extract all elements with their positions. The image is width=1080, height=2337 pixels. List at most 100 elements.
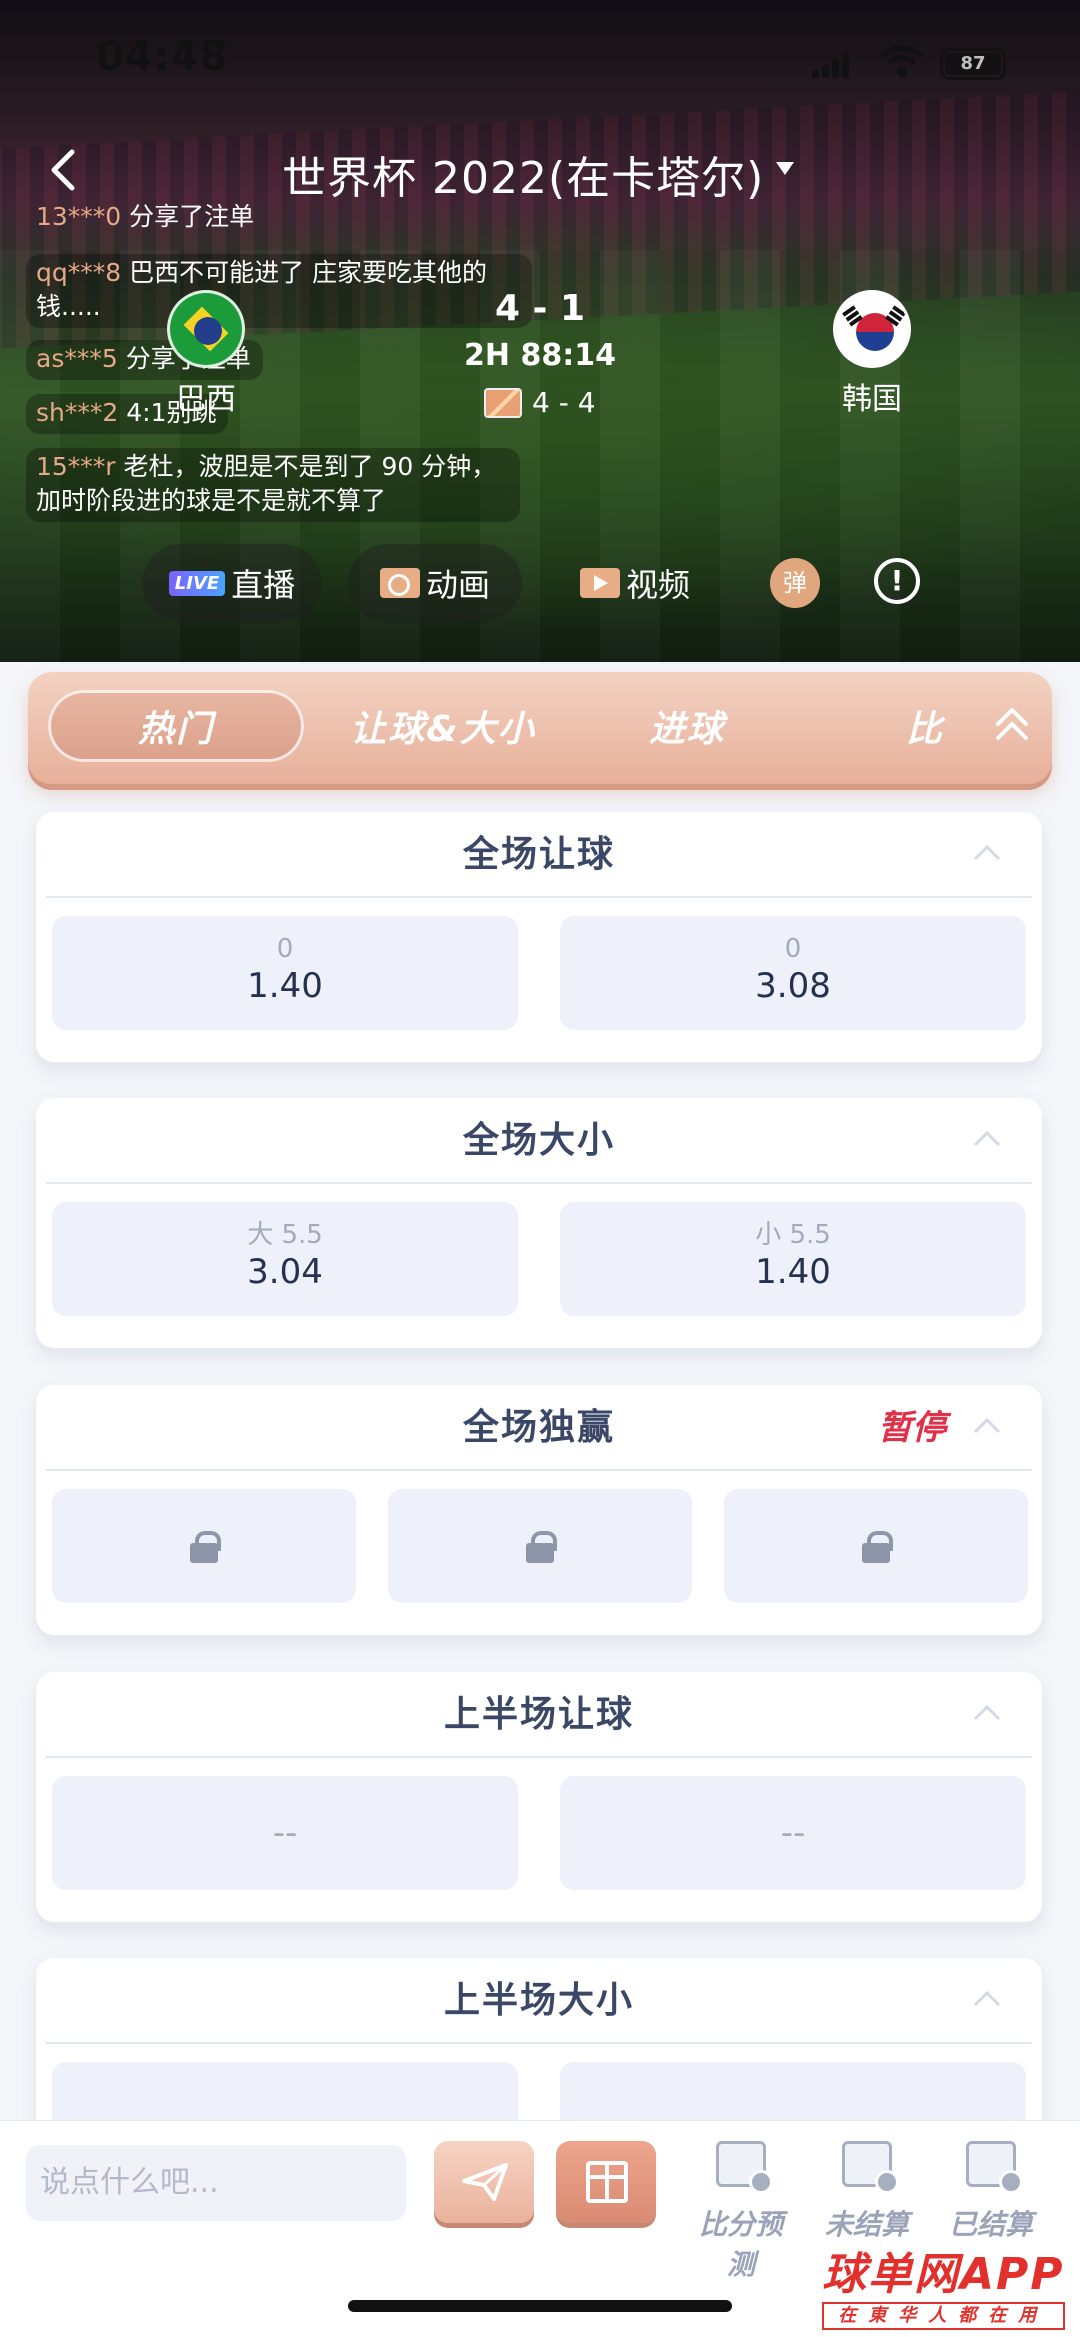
- market-card-full-total: 全场大小 大 5.5 3.04 小 5.5 1.40: [36, 1098, 1042, 1348]
- corner-count: 4 - 4: [484, 386, 596, 419]
- odds-line: 0: [276, 934, 294, 964]
- chat-user: qq***8: [36, 258, 122, 287]
- gift-icon: [586, 2161, 628, 2203]
- odds-button-locked: [388, 1489, 692, 1603]
- market-card-full-handicap: 全场让球 0 1.40 0 3.08: [36, 812, 1042, 1062]
- market-title: 上半场大小: [46, 1958, 1032, 2044]
- chat-text: 巴西不可能进了 庄家要吃其他的: [129, 258, 488, 287]
- market-title: 全场让球: [46, 812, 1032, 898]
- chat-text: 老杜，波胆是不是到了 90 分钟，: [123, 452, 497, 481]
- status-bar: 04:48 87: [0, 30, 1080, 90]
- market-title: 全场大小: [46, 1098, 1032, 1184]
- odds-button[interactable]: --: [560, 1776, 1026, 1890]
- info-icon[interactable]: !: [874, 558, 920, 604]
- collapse-chevron-icon[interactable]: [972, 1990, 1002, 2008]
- battery-icon: 87: [940, 48, 1006, 80]
- chat-user: 13***0: [36, 202, 122, 231]
- animation-label: 动画: [425, 566, 490, 604]
- double-chevron-up-icon[interactable]: [994, 702, 1030, 746]
- odds-button-locked: [724, 1489, 1028, 1603]
- chat-text: 分享了注单: [129, 202, 255, 231]
- settled-button[interactable]: 已结算: [936, 2141, 1046, 2243]
- tool-label: 已结算: [948, 2208, 1033, 2241]
- score-prediction-button[interactable]: 比分预测: [686, 2141, 796, 2283]
- korea-flag-icon: [833, 290, 911, 368]
- lock-icon: [862, 1531, 893, 1563]
- odds-value: --: [272, 1813, 298, 1853]
- gift-button[interactable]: [556, 2141, 656, 2223]
- chat-text: 钱.....: [36, 292, 101, 321]
- send-button[interactable]: [434, 2141, 534, 2223]
- odds-button[interactable]: 小 5.5 1.40: [560, 1202, 1026, 1316]
- odds-button[interactable]: 0 3.08: [560, 916, 1026, 1030]
- odds-button[interactable]: 0 1.40: [52, 916, 518, 1030]
- odds-value: 3.08: [755, 966, 831, 1006]
- dropdown-caret-icon[interactable]: [776, 162, 794, 175]
- tab-goals[interactable]: 进球: [612, 690, 762, 762]
- chat-user: sh***2: [36, 398, 119, 427]
- market-card-half-handicap: 上半场让球 -- --: [36, 1672, 1042, 1922]
- live-label: 直播: [231, 566, 296, 604]
- wifi-icon: [880, 45, 924, 77]
- odds-value: 3.04: [247, 1252, 323, 1292]
- top-bar: 世界杯 2022(在卡塔尔): [0, 140, 1080, 204]
- watermark-brand: 球单网APP: [822, 2249, 1065, 2300]
- market-card-full-1x2: 全场独赢 暂停: [36, 1385, 1042, 1635]
- odds-button[interactable]: --: [52, 1776, 518, 1890]
- animation-icon: [379, 568, 420, 598]
- corner-score: 4 - 4: [532, 386, 596, 419]
- odds-value: --: [780, 1813, 806, 1853]
- odds-value: 1.40: [247, 966, 323, 1006]
- unsettled-slip-icon: [842, 2141, 899, 2194]
- video-button[interactable]: 视频: [560, 544, 710, 622]
- tab-handicap-total[interactable]: 让球&大小: [328, 690, 558, 762]
- match-hero: 04:48 87 世界杯 2022(在卡塔尔) 13***0 分享了注单 qq*…: [0, 0, 1080, 662]
- odds-line: 小 5.5: [755, 1220, 831, 1250]
- collapse-chevron-icon[interactable]: [972, 1704, 1002, 1722]
- back-arrow-icon[interactable]: [44, 148, 84, 192]
- odds-button-locked: [52, 1489, 356, 1603]
- away-team-name: 韩国: [842, 382, 902, 417]
- brazil-flag-icon: [167, 290, 245, 368]
- tool-label: 未结算: [824, 2208, 909, 2241]
- battery-level: 87: [945, 53, 1001, 75]
- collapse-chevron-icon[interactable]: [972, 1417, 1002, 1435]
- settled-slip-icon: [966, 2141, 1023, 2194]
- unsettled-button[interactable]: 未结算: [812, 2141, 922, 2243]
- collapse-chevron-icon[interactable]: [972, 844, 1002, 862]
- odds-value: 1.40: [755, 1252, 831, 1292]
- chat-message: 15***r 老杜，波胆是不是到了 90 分钟， 加时阶段进的球是不是就不算了: [26, 448, 520, 522]
- lock-icon: [526, 1531, 557, 1563]
- live-badge-icon: LIVE: [168, 570, 226, 596]
- home-team: 巴西: [160, 290, 252, 418]
- media-bar: LIVE 直播 动画 视频 弹 !: [0, 544, 1080, 624]
- away-team: 韩国: [826, 290, 918, 418]
- scoreboard-icon: [716, 2141, 773, 2194]
- animation-button[interactable]: 动画: [348, 544, 522, 622]
- tab-hot[interactable]: 热门: [48, 690, 304, 762]
- tab-score[interactable]: 比: [890, 690, 960, 762]
- home-indicator[interactable]: [348, 2300, 732, 2312]
- send-plane-icon: [462, 2163, 508, 2201]
- odds-line: 0: [784, 934, 802, 964]
- lock-icon: [190, 1531, 221, 1563]
- market-tabs: 热门 让球&大小 进球 比: [28, 672, 1052, 784]
- danmaku-toggle[interactable]: 弹: [770, 558, 820, 608]
- live-button[interactable]: LIVE 直播: [142, 544, 322, 622]
- watermark-slogan: 在東华人都在用: [822, 2302, 1065, 2330]
- odds-button[interactable]: 大 5.5 3.04: [52, 1202, 518, 1316]
- chat-input[interactable]: 说点什么吧...: [26, 2145, 406, 2221]
- video-icon: [579, 568, 620, 598]
- home-team-name: 巴西: [176, 382, 236, 417]
- market-title: 上半场让球: [46, 1672, 1032, 1758]
- tool-label: 比分预测: [698, 2208, 783, 2281]
- video-label: 视频: [625, 566, 690, 604]
- league-title[interactable]: 世界杯 2022(在卡塔尔): [282, 142, 764, 206]
- chat-message: 13***0 分享了注单: [36, 200, 254, 234]
- chat-user: as***5: [36, 344, 118, 373]
- chat-user: 15***r: [36, 452, 116, 481]
- collapse-chevron-icon[interactable]: [972, 1130, 1002, 1148]
- match-score: 4 - 1: [494, 288, 586, 329]
- match-clock: 2H 88:14: [464, 338, 616, 373]
- corner-flag-icon: [484, 387, 522, 418]
